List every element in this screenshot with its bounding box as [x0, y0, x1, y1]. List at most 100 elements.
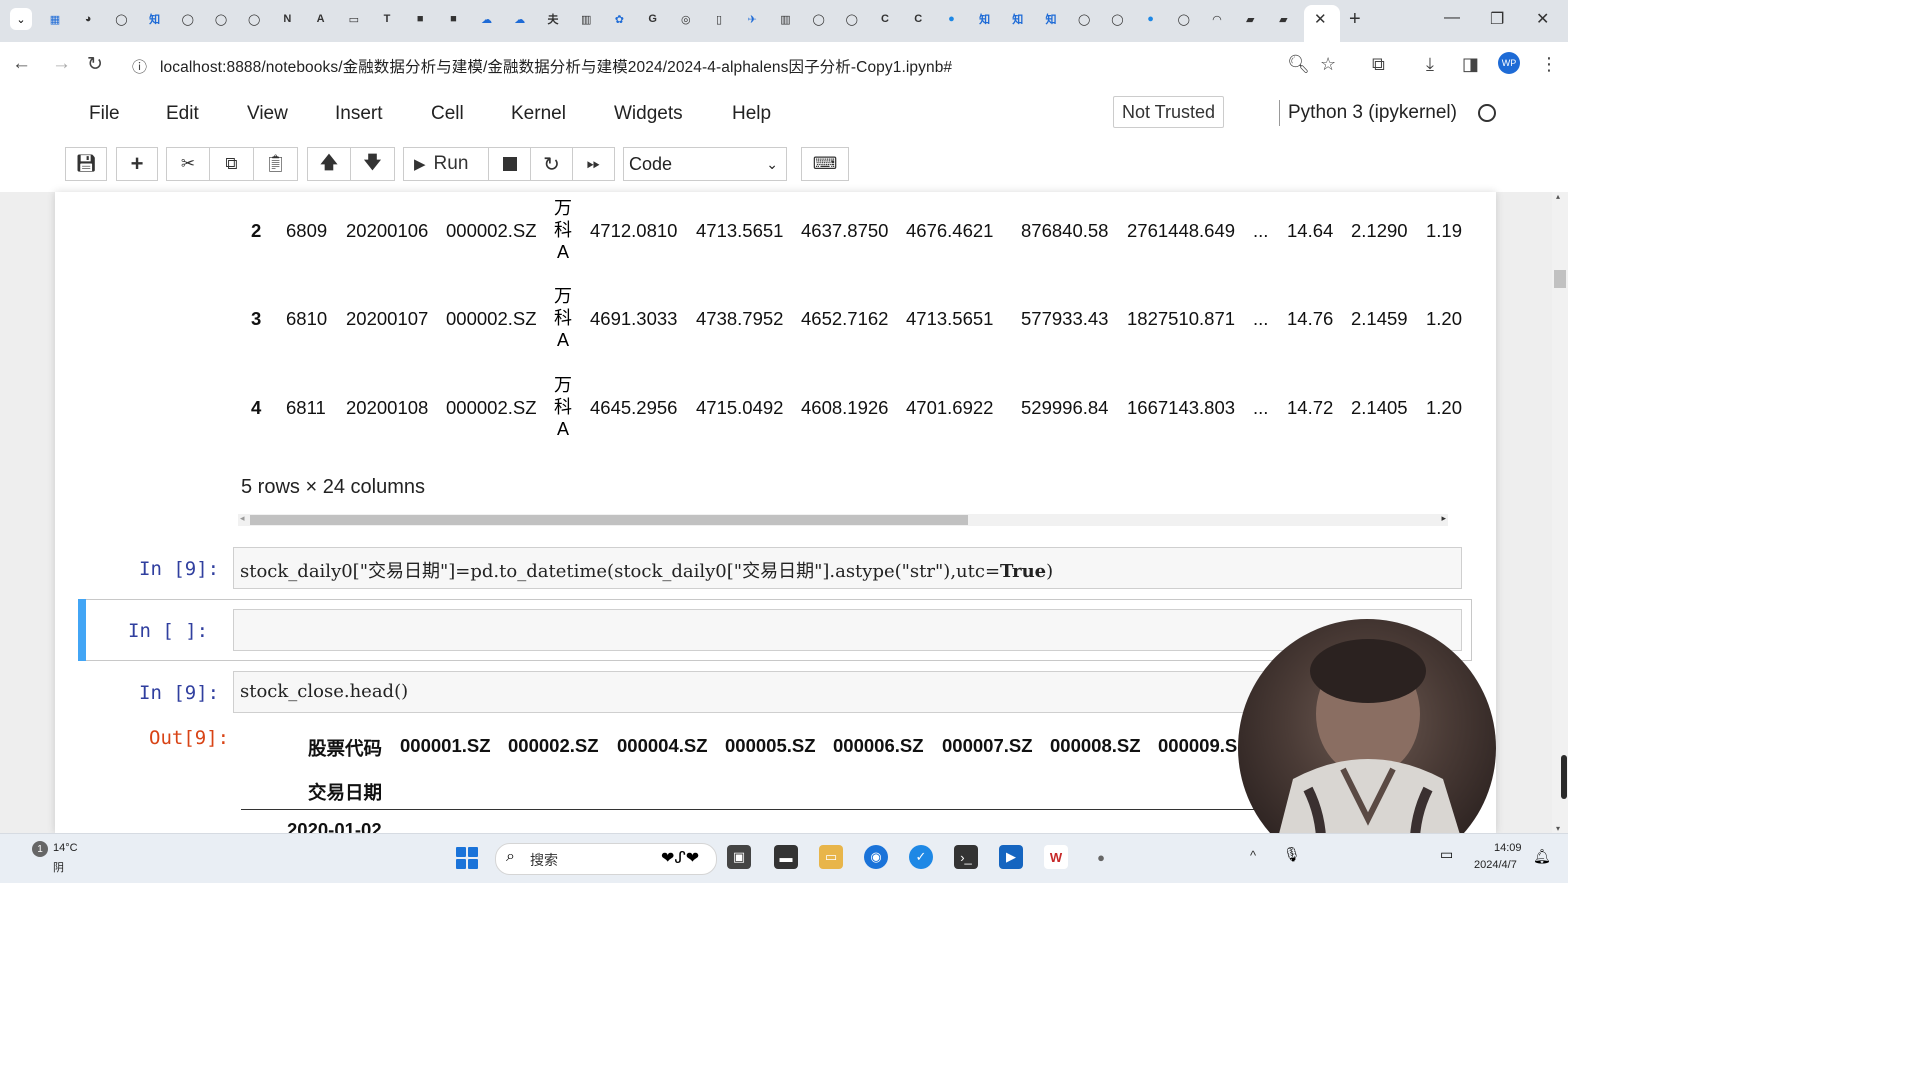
chrome-icon[interactable]: ◉	[864, 845, 888, 869]
run-button[interactable]: ▶ Run	[403, 147, 489, 181]
forward-arrow-icon[interactable]: →	[52, 53, 71, 75]
tablet-icon[interactable]: ▰	[1274, 10, 1292, 28]
menu-kernel[interactable]: Kernel	[511, 103, 566, 125]
scrollbar-thumb[interactable]	[1554, 270, 1566, 288]
book-icon[interactable]: ■	[444, 10, 462, 28]
menu-widgets[interactable]: Widgets	[614, 103, 683, 125]
restore-window-icon[interactable]: ❐	[1490, 9, 1504, 29]
clock-time[interactable]: 14:09	[1494, 842, 1522, 854]
move-up-button[interactable]: 🡅	[307, 147, 351, 181]
github-icon[interactable]: ◯	[179, 10, 197, 28]
cloud-icon[interactable]: ☁	[478, 10, 496, 28]
google-icon[interactable]: G	[644, 10, 662, 28]
sidebar-icon[interactable]: ◨	[1462, 54, 1479, 75]
github-icon[interactable]: ◯	[245, 10, 263, 28]
page-vertical-scrollbar[interactable]: ▴ ▾	[1552, 192, 1568, 833]
start-button[interactable]	[456, 847, 478, 869]
menu-file[interactable]: File	[89, 103, 120, 125]
feishu-icon[interactable]: ▶	[999, 845, 1023, 869]
url-field[interactable]: localhost:8888/notebooks/金融数据分析与建模/金融数据分…	[160, 55, 952, 77]
zhihu-icon[interactable]: 知	[146, 10, 164, 28]
cut-button[interactable]: ✂	[166, 147, 210, 181]
doc-icon[interactable]: ▯	[710, 10, 728, 28]
move-down-button[interactable]: 🡇	[351, 147, 395, 181]
video-icon[interactable]: ▭	[345, 10, 363, 28]
battery-icon[interactable]: ▭	[1440, 846, 1453, 863]
menu-view[interactable]: View	[247, 103, 288, 125]
menu-edit[interactable]: Edit	[166, 103, 199, 125]
check-app-icon[interactable]: ✓	[909, 845, 933, 869]
weather-icon[interactable]: 1	[32, 841, 48, 857]
circle-icon[interactable]: ●	[942, 10, 960, 28]
github-icon[interactable]: ◯	[1075, 10, 1093, 28]
profile-avatar[interactable]: WP	[1498, 52, 1520, 74]
cell-type-select[interactable]: Code ⌄	[623, 147, 787, 181]
bookmark-star-icon[interactable]: ☆	[1320, 54, 1336, 75]
restart-run-all-button[interactable]: ⏩︎	[573, 147, 615, 181]
tab-search-chevron-icon[interactable]: ⌄	[10, 8, 32, 30]
book-icon[interactable]: ■	[411, 10, 429, 28]
scroll-right-icon[interactable]: ▸	[1441, 513, 1446, 524]
back-arrow-icon[interactable]: ←	[12, 53, 31, 75]
not-trusted-button[interactable]: Not Trusted	[1113, 96, 1225, 128]
tablet-icon[interactable]: ▰	[1241, 10, 1259, 28]
close-window-icon[interactable]: ✕	[1536, 9, 1549, 29]
reader-icon[interactable]: ▥	[577, 10, 595, 28]
reader-icon[interactable]: ▥	[776, 10, 794, 28]
scroll-down-icon[interactable]: ▾	[1556, 824, 1560, 833]
zoom-icon[interactable]: 🔍︎	[1287, 54, 1310, 75]
a-icon[interactable]: A	[312, 10, 330, 28]
task-view-icon[interactable]: ▣	[727, 845, 751, 869]
bird-icon[interactable]: ✈	[743, 10, 761, 28]
tdx-icon[interactable]: T	[378, 10, 396, 28]
menu-cell[interactable]: Cell	[431, 103, 464, 125]
terminal-app-icon[interactable]: ▬	[774, 845, 798, 869]
github-icon[interactable]: ◯	[212, 10, 230, 28]
github-icon[interactable]: ◯	[810, 10, 828, 28]
paste-button[interactable]: 📋︎	[254, 147, 298, 181]
weather-temperature[interactable]: 14°C	[53, 842, 78, 854]
zhihu-icon[interactable]: 知	[1009, 10, 1027, 28]
code-cell-editor[interactable]	[233, 609, 1462, 651]
github-icon[interactable]: ◯	[1108, 10, 1126, 28]
scroll-up-icon[interactable]: ▴	[1556, 192, 1560, 201]
menu-help[interactable]: Help	[732, 103, 771, 125]
github-icon[interactable]: ◯	[843, 10, 861, 28]
cmd-icon[interactable]: ›_	[954, 845, 978, 869]
notification-icon[interactable]: 🔔︎	[1533, 848, 1551, 865]
extensions-icon[interactable]: ⧉	[1372, 54, 1385, 75]
scrollbar-thumb[interactable]	[250, 515, 968, 525]
bilibili-icon[interactable]: ◕	[79, 10, 97, 28]
output-horizontal-scrollbar[interactable]: ◂ ▸	[238, 513, 1448, 526]
browser-menu-icon[interactable]: ⋮	[1540, 54, 1558, 75]
notion-icon[interactable]: N	[278, 10, 296, 28]
menu-insert[interactable]: Insert	[335, 103, 383, 125]
globe-icon[interactable]: ◎	[677, 10, 695, 28]
kanji-icon[interactable]: 夫	[544, 10, 562, 28]
reload-icon[interactable]: ↻	[87, 53, 103, 76]
c-icon[interactable]: C	[876, 10, 894, 28]
scrollbar-thumb[interactable]	[1561, 755, 1567, 799]
site-info-icon[interactable]: ⓘ	[132, 56, 147, 77]
command-palette-button[interactable]: ⌨	[801, 147, 849, 181]
clock-date[interactable]: 2024/4/7	[1474, 859, 1517, 871]
zhihu-icon[interactable]: 知	[976, 10, 994, 28]
save-button[interactable]: 💾︎	[65, 147, 107, 181]
c-icon[interactable]: C	[909, 10, 927, 28]
zhihu-icon[interactable]: 知	[1042, 10, 1060, 28]
insert-cell-button[interactable]: +	[116, 147, 158, 181]
paw-icon[interactable]: ✿	[610, 10, 628, 28]
loading-icon[interactable]: ◠	[1208, 10, 1226, 28]
scroll-left-icon[interactable]: ◂	[240, 513, 245, 524]
circle-icon[interactable]: ●	[1142, 10, 1160, 28]
tray-expand-icon[interactable]: ^	[1250, 848, 1256, 863]
minimize-window-icon[interactable]: —	[1444, 9, 1460, 27]
restart-button[interactable]: ↻	[531, 147, 573, 181]
new-tab-button[interactable]: +	[1349, 8, 1361, 31]
close-tab-icon[interactable]: ✕	[1314, 10, 1327, 28]
copy-button[interactable]: ⧉	[210, 147, 254, 181]
interrupt-button[interactable]	[489, 147, 531, 181]
weather-condition[interactable]: 阴	[53, 859, 64, 875]
file-explorer-icon[interactable]: ▭	[819, 845, 843, 869]
downloads-icon[interactable]: ⤓	[1426, 54, 1434, 75]
